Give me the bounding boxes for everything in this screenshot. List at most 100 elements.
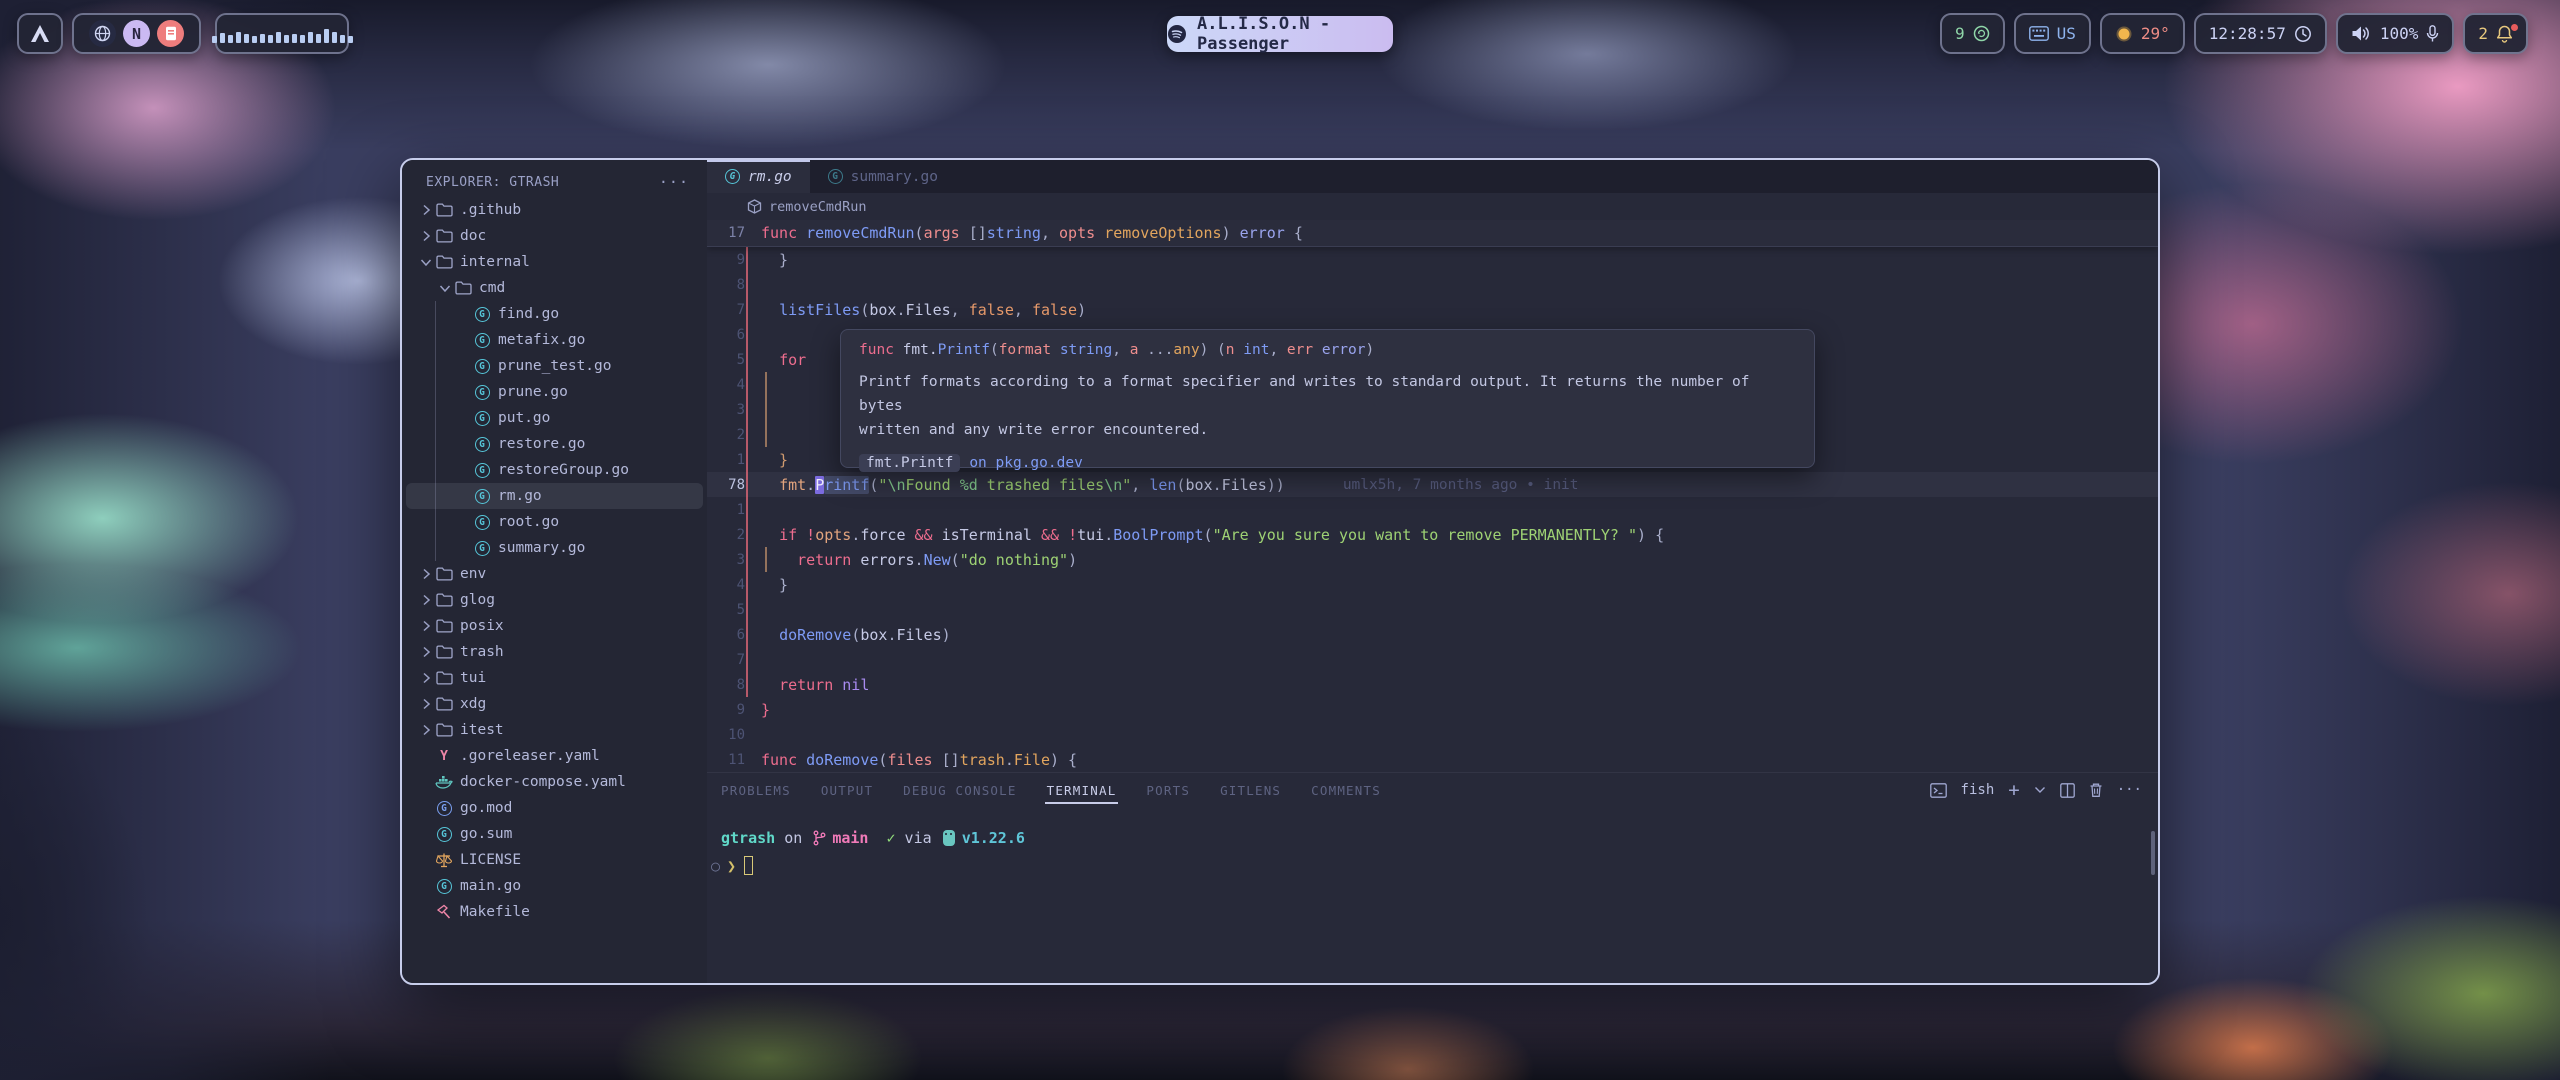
panel-tab-problems[interactable]: PROBLEMS: [719, 775, 793, 806]
terminal-scrollbar[interactable]: [2151, 831, 2155, 875]
tree-item-internal[interactable]: internal: [406, 249, 703, 275]
breadcrumb[interactable]: removeCmdRun: [707, 193, 2158, 220]
new-terminal-button[interactable]: +: [2008, 779, 2019, 801]
tab-rm-go[interactable]: Grm.go: [707, 160, 810, 193]
code-line[interactable]: 8: [707, 272, 2158, 297]
tree-item-trash[interactable]: trash: [406, 639, 703, 665]
tree-item-go-sum[interactable]: Ggo.sum: [406, 821, 703, 847]
code-line[interactable]: 78 fmt.Printf("\nFound %d trashed files\…: [707, 472, 2158, 497]
tree-item-env[interactable]: env: [406, 561, 703, 587]
tree-item-prune-go[interactable]: Gprune.go: [406, 379, 703, 405]
tree-item-label: docker-compose.yaml: [460, 774, 626, 790]
tree-item-docker-compose-yaml[interactable]: docker-compose.yaml: [406, 769, 703, 795]
tree-item-glog[interactable]: glog: [406, 587, 703, 613]
document-tray-icon[interactable]: [157, 20, 184, 47]
code-token: ) {: [1637, 526, 1664, 544]
tree-item-prune-test-go[interactable]: Gprune_test.go: [406, 353, 703, 379]
clock-module[interactable]: 12:28:57: [2194, 13, 2327, 54]
explorer-more-actions-button[interactable]: ···: [659, 173, 689, 191]
code-line[interactable]: 8 return nil: [707, 672, 2158, 697]
panel-tab-comments[interactable]: COMMENTS: [1309, 775, 1383, 806]
tree-item-metafix-go[interactable]: Gmetafix.go: [406, 327, 703, 353]
terminal-segment: [868, 829, 886, 847]
yaml-icon: Y: [434, 749, 454, 764]
tree-item-go-mod[interactable]: Ggo.mod: [406, 795, 703, 821]
folder-icon: [453, 281, 473, 295]
tree-item-cmd[interactable]: cmd: [406, 275, 703, 301]
tree-item-main-go[interactable]: Gmain.go: [406, 873, 703, 899]
tree-item-label: restore.go: [498, 436, 585, 452]
go-icon: G: [472, 463, 492, 478]
panel-tab-output[interactable]: OUTPUT: [819, 775, 875, 806]
code-line[interactable]: 11func doRemove(files []trash.File) {: [707, 747, 2158, 772]
pkg-go-dev-link[interactable]: on pkg.go.dev: [969, 455, 1083, 471]
tree-item--github[interactable]: .github: [406, 197, 703, 223]
keyboard-layout-module[interactable]: US: [2014, 13, 2091, 54]
sticky-scroll-line[interactable]: 17 func removeCmdRun(args []string, opts…: [707, 220, 2158, 247]
panel-tab-debug-console[interactable]: DEBUG CONSOLE: [901, 775, 1018, 806]
symbol-icon: [747, 199, 762, 214]
code-line[interactable]: 9}: [707, 697, 2158, 722]
panel-tab-ports[interactable]: PORTS: [1144, 775, 1192, 806]
tree-item-put-go[interactable]: Gput.go: [406, 405, 703, 431]
tree-item-tui[interactable]: tui: [406, 665, 703, 691]
weather-module[interactable]: 29°: [2100, 13, 2185, 54]
updates-icon: [1973, 25, 1990, 42]
code-line[interactable]: 5: [707, 597, 2158, 622]
tree-item-license[interactable]: LICENSE: [406, 847, 703, 873]
tree-item-summary-go[interactable]: Gsummary.go: [406, 535, 703, 561]
tree-item-root-go[interactable]: Groot.go: [406, 509, 703, 535]
visualizer-bar: [348, 36, 353, 43]
if-block-indent-guide: [765, 547, 767, 572]
go-glyph: G: [475, 411, 490, 426]
line-number: 5: [707, 602, 745, 618]
code-line[interactable]: 9 }: [707, 247, 2158, 272]
microphone-icon: [2426, 25, 2439, 43]
tree-item-doc[interactable]: doc: [406, 223, 703, 249]
code-line[interactable]: 4 }: [707, 572, 2158, 597]
notion-tray-icon[interactable]: N: [123, 20, 150, 47]
code-token: )): [1267, 476, 1285, 494]
code-line[interactable]: 2 if !opts.force && isTerminal && !tui.B…: [707, 522, 2158, 547]
tree-item-restoregroup-go[interactable]: GrestoreGroup.go: [406, 457, 703, 483]
code-line[interactable]: 7: [707, 647, 2158, 672]
tree-item-makefile[interactable]: Makefile: [406, 899, 703, 925]
code-line[interactable]: 10: [707, 722, 2158, 747]
panel-tab-terminal[interactable]: TERMINAL: [1045, 775, 1119, 806]
audio-visualizer[interactable]: [215, 13, 349, 54]
browser-tray-icon[interactable]: [89, 20, 116, 47]
code-line[interactable]: 7 listFiles(box.Files, false, false): [707, 297, 2158, 322]
code-line[interactable]: 1: [707, 497, 2158, 522]
tree-item--goreleaser-yaml[interactable]: Y.goreleaser.yaml: [406, 743, 703, 769]
tab-summary-go[interactable]: Gsummary.go: [810, 160, 956, 193]
code-line[interactable]: 3 return errors.New("do nothing"): [707, 547, 2158, 572]
sun-icon: [2115, 25, 2133, 43]
split-terminal-button[interactable]: [2060, 783, 2075, 798]
tree-item-xdg[interactable]: xdg: [406, 691, 703, 717]
kill-terminal-button[interactable]: [2089, 782, 2103, 798]
tree-item-itest[interactable]: itest: [406, 717, 703, 743]
now-playing-widget[interactable]: A.L.I.S.O.N - Passenger: [1167, 16, 1393, 52]
code-editor[interactable]: 17 func removeCmdRun(args []string, opts…: [707, 220, 2158, 772]
launcher-button[interactable]: [17, 13, 63, 54]
tree-item-posix[interactable]: posix: [406, 613, 703, 639]
code-line[interactable]: 6 doRemove(box.Files): [707, 622, 2158, 647]
notifications-module[interactable]: 2: [2463, 13, 2528, 54]
panel-more-actions-button[interactable]: ···: [2117, 782, 2142, 798]
code-token: (: [1204, 526, 1213, 544]
panel-tab-gitlens[interactable]: GITLENS: [1218, 775, 1283, 806]
tree-item-label: doc: [460, 228, 486, 244]
tree-item-rm-go[interactable]: Grm.go: [406, 483, 703, 509]
code-token: ) {: [1050, 751, 1077, 769]
tree-item-find-go[interactable]: Gfind.go: [406, 301, 703, 327]
tree-item-restore-go[interactable]: Grestore.go: [406, 431, 703, 457]
code-token: fmt.: [894, 342, 938, 358]
code-token: any: [1173, 342, 1199, 358]
audio-module[interactable]: 100%: [2336, 13, 2455, 54]
updates-module[interactable]: 9: [1940, 13, 2005, 54]
code-token: doRemove: [779, 626, 851, 644]
terminal-dropdown-button[interactable]: [2034, 786, 2046, 794]
folder-icon: [434, 593, 454, 607]
terminal[interactable]: gtrash on main ✓ via v1.22.6 ○ ❯: [707, 807, 2158, 875]
code-token: []: [960, 224, 987, 242]
